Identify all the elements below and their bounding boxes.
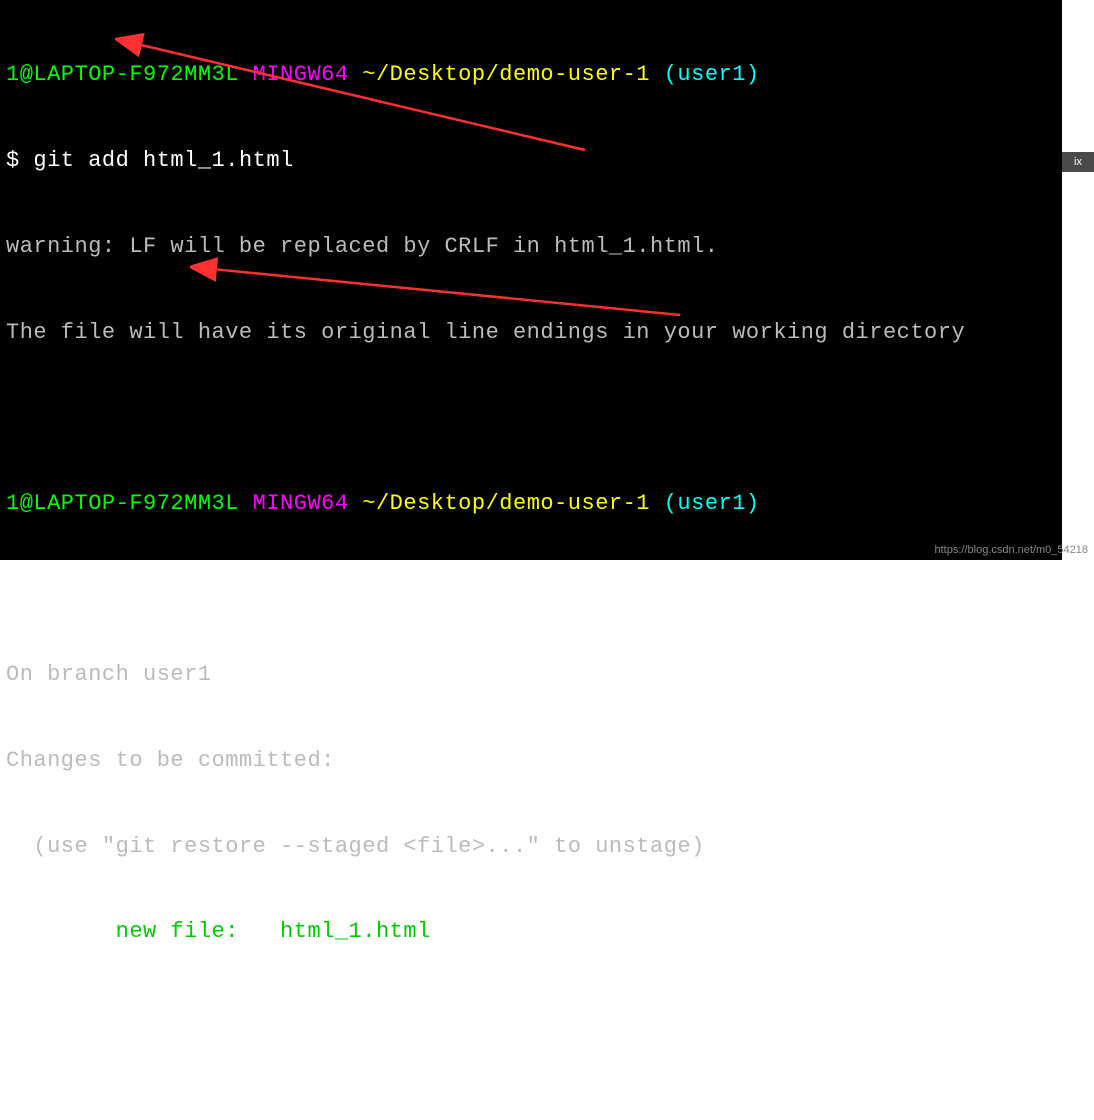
output-new-file: new file: html_1.html xyxy=(6,918,1056,947)
command-line-2: $ git status xyxy=(6,575,1056,604)
user-host: 1@LAPTOP-F972MM3L xyxy=(6,62,239,87)
shell-env: MINGW64 xyxy=(253,62,349,87)
output-unstage-hint: (use "git restore --staged <file>..." to… xyxy=(6,833,1056,862)
output-warning-1: warning: LF will be replaced by CRLF in … xyxy=(6,233,1056,262)
prompt-line-2: 1@LAPTOP-F972MM3L MINGW64 ~/Desktop/demo… xyxy=(6,490,1056,519)
terminal-window[interactable]: 1@LAPTOP-F972MM3L MINGW64 ~/Desktop/demo… xyxy=(0,0,1062,560)
prompt-symbol: $ xyxy=(6,148,33,173)
cwd-path: ~/Desktop/demo-user-1 xyxy=(362,491,650,516)
output-branch: On branch user1 xyxy=(6,661,1056,690)
user-host: 1@LAPTOP-F972MM3L xyxy=(6,491,239,516)
shell-env: MINGW64 xyxy=(253,491,349,516)
prompt-line-1: 1@LAPTOP-F972MM3L MINGW64 ~/Desktop/demo… xyxy=(6,61,1056,90)
output-changes-header: Changes to be committed: xyxy=(6,747,1056,776)
cwd-path: ~/Desktop/demo-user-1 xyxy=(362,62,650,87)
scrollbar-track[interactable]: ix xyxy=(1062,0,1094,560)
watermark-text: https://blog.csdn.net/m0_54218 xyxy=(935,544,1089,556)
command-text: git status xyxy=(33,576,170,601)
scrollbar-tag: ix xyxy=(1062,152,1094,172)
command-text: git add html_1.html xyxy=(33,148,293,173)
output-warning-2: The file will have its original line end… xyxy=(6,319,1056,348)
prompt-symbol: $ xyxy=(6,576,33,601)
git-branch: (user1) xyxy=(664,62,760,87)
git-branch: (user1) xyxy=(664,491,760,516)
command-line-1: $ git add html_1.html xyxy=(6,147,1056,176)
